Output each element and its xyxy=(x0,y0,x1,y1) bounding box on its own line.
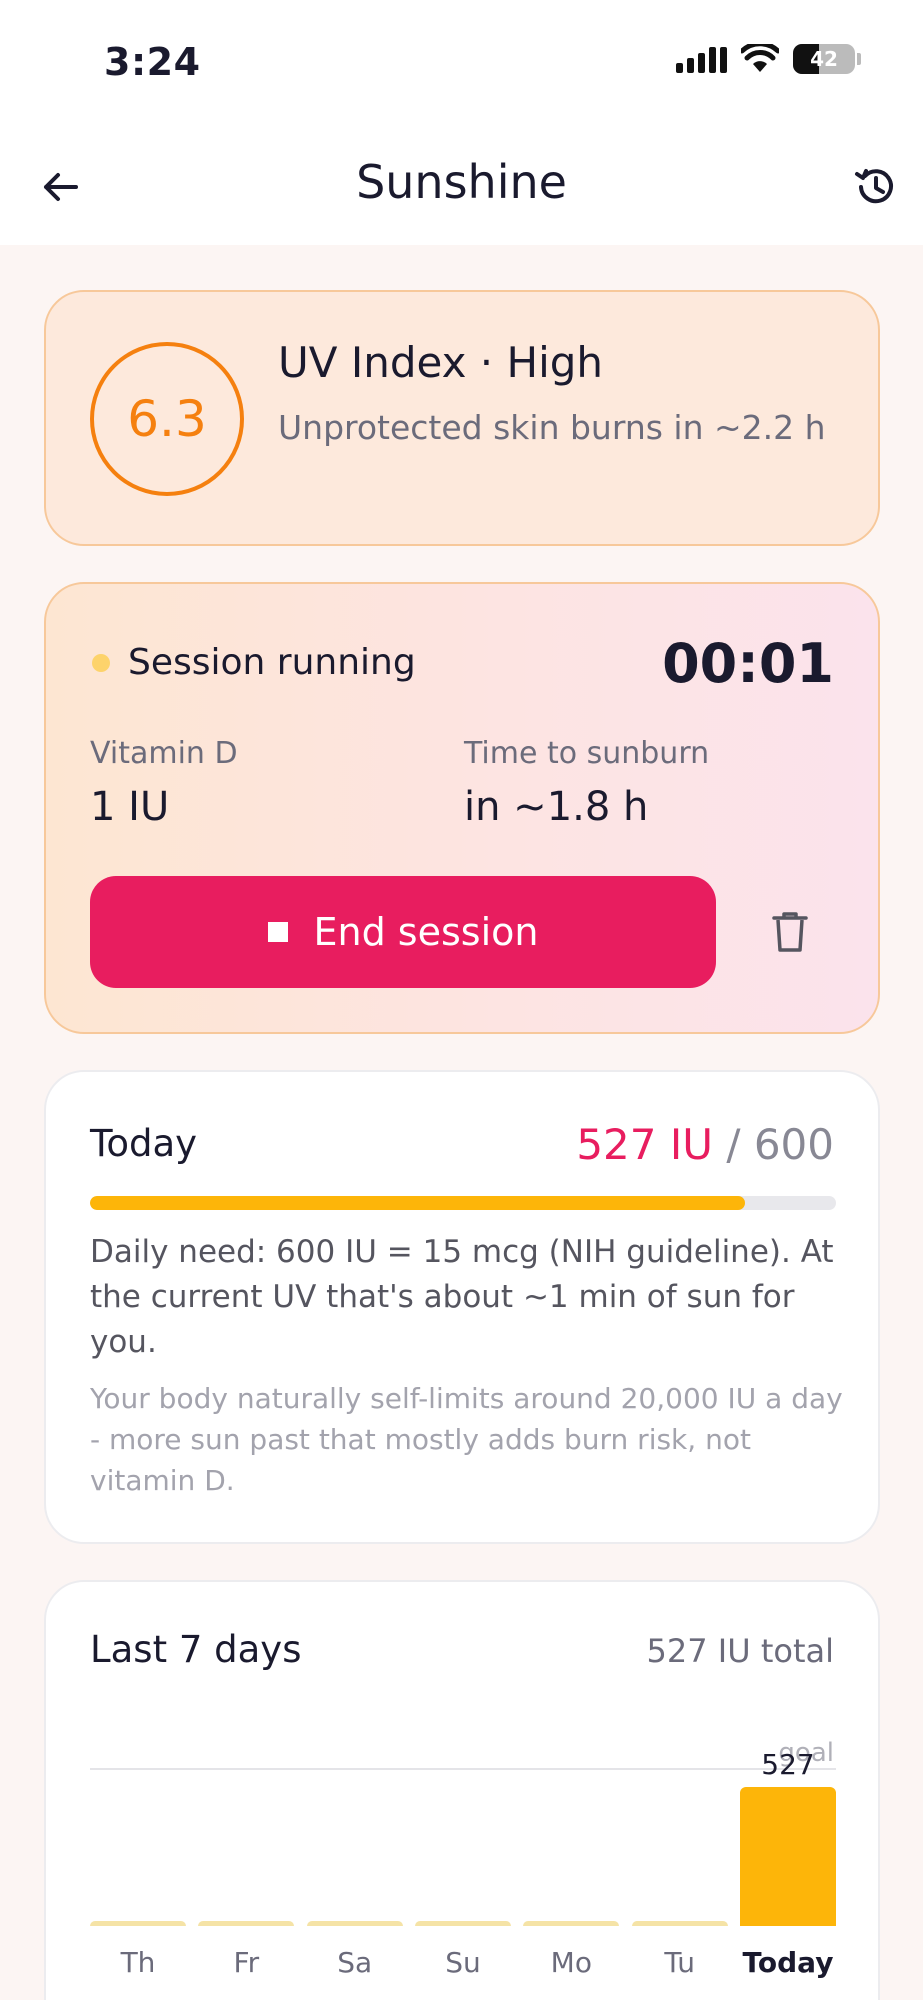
stop-icon xyxy=(267,922,288,942)
bar-value-label: 527 xyxy=(761,1748,815,1781)
bar-su xyxy=(415,1921,511,1926)
bar-fr xyxy=(198,1921,295,1926)
week-title: Last 7 days xyxy=(90,1628,302,1671)
history-icon xyxy=(855,169,893,204)
sunburn-time-value: in ~1.8 h xyxy=(464,784,649,830)
day-label-fr: Fr xyxy=(233,1946,260,1979)
status-time: 3:24 xyxy=(104,40,201,84)
bar-mo xyxy=(523,1921,620,1926)
day-label-mo: Mo xyxy=(550,1946,592,1979)
status-bar: 3:24 42 xyxy=(0,0,923,125)
day-label-today: Today xyxy=(742,1946,834,1979)
day-label-sa: Sa xyxy=(337,1946,373,1979)
app-header: Sunshine xyxy=(0,125,923,245)
today-progress-value: 527 IU / 600 xyxy=(576,1120,834,1169)
session-card: Session running 00:01 Vitamin D 1 IU Tim… xyxy=(44,582,880,1034)
battery-icon: 42 xyxy=(793,44,855,74)
day-label-su: Su xyxy=(445,1946,481,1979)
week-total: 527 IU total xyxy=(646,1632,834,1670)
uv-burn-description: Unprotected skin burns in ~2.2 h xyxy=(278,408,826,447)
bar-sa xyxy=(306,1921,403,1926)
today-iu-value: 527 IU xyxy=(576,1120,713,1169)
page-title: Sunshine xyxy=(356,155,567,209)
today-card: Today 527 IU / 600 Daily need: 600 IU = … xyxy=(44,1070,880,1544)
today-title: Today xyxy=(90,1122,198,1165)
delete-session-button[interactable] xyxy=(760,902,820,962)
today-goal-value: / 600 xyxy=(726,1120,834,1169)
battery-level: 42 xyxy=(810,47,838,71)
daily-need-text: Daily need: 600 IU = 15 mcg (NIH guideli… xyxy=(90,1234,834,1360)
bar-tu xyxy=(631,1921,728,1926)
end-session-button[interactable]: End session xyxy=(90,876,716,988)
battery-cap xyxy=(857,53,861,65)
vitamin-d-value: 1 IU xyxy=(90,784,170,830)
wifi-icon xyxy=(741,44,779,72)
uv-index-title: UV Index · High xyxy=(278,338,604,387)
vitamin-d-label: Vitamin D xyxy=(90,736,238,771)
uv-index-badge: 6.3 xyxy=(90,342,244,496)
last-7-days-card: Last 7 days 527 IU total goal 527 Th Fr Sa… xyxy=(44,1580,880,2000)
session-status-label: Session running xyxy=(128,642,416,683)
bar-th xyxy=(90,1921,186,1926)
sunburn-time-label: Time to sunburn xyxy=(464,736,710,771)
day-label-tu: Tu xyxy=(664,1946,695,1979)
end-session-label: End session xyxy=(313,910,539,954)
signal-icon xyxy=(676,45,727,73)
today-progress-bar xyxy=(90,1196,836,1210)
trash-icon xyxy=(772,912,808,952)
day-label-th: Th xyxy=(120,1946,156,1979)
session-status-dot xyxy=(92,654,110,672)
bar-today xyxy=(740,1787,836,1926)
uv-index-card: 6.3 UV Index · High Unprotected skin bur… xyxy=(44,290,880,546)
week-bar-chart: 527 xyxy=(90,1748,836,1926)
today-progress-fill xyxy=(90,1196,745,1210)
status-icons: 42 xyxy=(676,44,861,74)
self-limit-note: Your body naturally self-limits around 2… xyxy=(90,1382,843,1497)
session-timer: 00:01 xyxy=(662,632,834,695)
history-button[interactable] xyxy=(849,161,901,213)
